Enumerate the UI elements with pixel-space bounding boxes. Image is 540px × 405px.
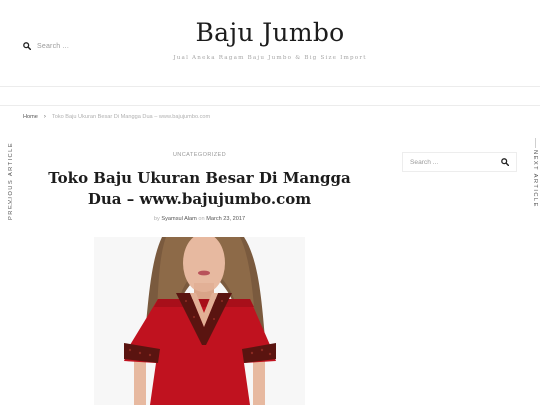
- sidebar-search-input[interactable]: Search ...: [410, 159, 501, 166]
- post-featured-image: [94, 237, 305, 405]
- next-article-line: [534, 138, 536, 148]
- next-article-link[interactable]: Next Article: [532, 150, 538, 208]
- post-title: Toko Baju Ukuran Besar Di Mangga Dua – w…: [48, 169, 351, 208]
- meta-by: by: [153, 216, 160, 222]
- post-category[interactable]: Uncategorized: [50, 152, 349, 158]
- search-icon[interactable]: [501, 158, 509, 166]
- post-meta: by Syamsul Alam on March 23, 2017: [50, 216, 349, 222]
- breadcrumb-home-link[interactable]: Home: [23, 114, 38, 120]
- sidebar-search-form: Search ...: [402, 152, 517, 172]
- meta-on: on: [198, 216, 205, 222]
- site-title[interactable]: Baju Jumbo: [0, 18, 540, 47]
- post-author-link[interactable]: Syamsul Alam: [161, 216, 196, 222]
- breadcrumb-current: Toko Baju Ukuran Besar Di Mangga Dua – w…: [51, 114, 211, 120]
- post-date: March 23, 2017: [206, 216, 246, 222]
- breadcrumb: Home › Toko Baju Ukuran Besar Di Mangga …: [23, 114, 210, 120]
- site-tagline: Jual Aneka Ragam Baju Jumbo & Big Size I…: [173, 55, 367, 61]
- header-divider: [0, 86, 540, 87]
- breadcrumb-separator: ›: [43, 114, 46, 120]
- nav-divider: [0, 105, 540, 106]
- previous-article-line: [10, 197, 12, 209]
